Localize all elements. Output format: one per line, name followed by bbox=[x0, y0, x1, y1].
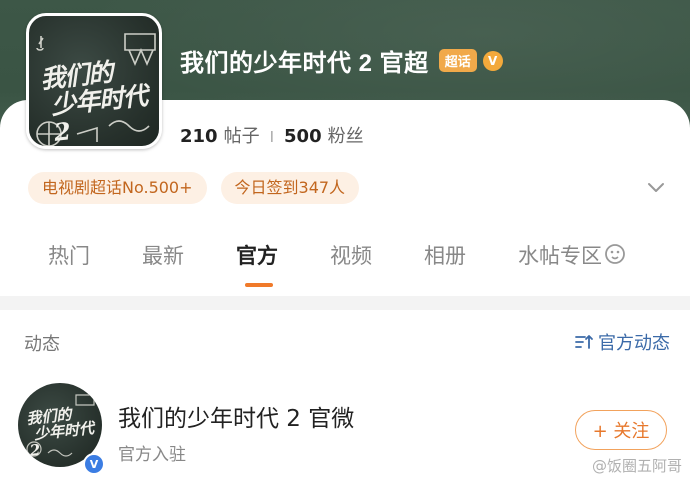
tab-official[interactable]: 官方 bbox=[236, 240, 278, 270]
tab-album[interactable]: 相册 bbox=[424, 240, 466, 270]
topic-avatar[interactable]: 我们的 少年时代2 bbox=[26, 13, 162, 149]
tab-latest[interactable]: 最新 bbox=[142, 240, 184, 270]
official-feed-button[interactable]: 官方动态 bbox=[574, 329, 670, 355]
posts-count: 210 bbox=[180, 126, 218, 147]
topic-chips: 电视剧超话No.500+ 今日签到347人 bbox=[28, 172, 360, 204]
feed-section-title: 动态 bbox=[24, 334, 60, 355]
verified-blue-icon: V bbox=[83, 453, 105, 475]
logo-text: 我们的 少年时代2 bbox=[38, 57, 149, 147]
page-title: 我们的少年时代 2 官超 bbox=[180, 50, 429, 77]
tab-water-posts-label: 水帖专区 bbox=[518, 245, 602, 268]
tab-videos[interactable]: 视频 bbox=[330, 240, 372, 270]
checkin-chip[interactable]: 今日签到347人 bbox=[220, 172, 360, 204]
ranking-chip[interactable]: 电视剧超话No.500+ bbox=[28, 172, 207, 204]
topic-title-row: 我们的少年时代 2 官超 超话 V bbox=[180, 43, 503, 78]
tab-water-posts[interactable]: 水帖专区 bbox=[518, 240, 626, 270]
posts-label: 帖子 bbox=[223, 126, 260, 147]
watermark: @饭圈五阿哥 bbox=[591, 457, 682, 475]
account-name[interactable]: 我们的少年时代 2 官微 bbox=[118, 399, 354, 433]
official-feed-label: 官方动态 bbox=[598, 333, 670, 354]
stat-divider: I bbox=[269, 128, 275, 146]
fans-label: 粉丝 bbox=[327, 126, 364, 147]
account-subtitle: 官方入驻 bbox=[118, 445, 186, 465]
verified-badge-icon: V bbox=[482, 50, 503, 71]
chaohua-badge: 超话 bbox=[438, 49, 477, 72]
emoji-face-icon bbox=[605, 244, 625, 264]
fans-count: 500 bbox=[284, 126, 322, 147]
section-divider bbox=[0, 296, 690, 310]
account-logo-text: 我们的 少年时代2 bbox=[25, 405, 95, 460]
active-tab-indicator bbox=[245, 283, 273, 287]
tab-hot[interactable]: 热门 bbox=[48, 240, 90, 270]
tab-bar: 热门 最新 官方 视频 相册 水帖专区 bbox=[0, 240, 690, 284]
sort-icon bbox=[575, 335, 593, 349]
follow-button[interactable]: + 关注 bbox=[575, 410, 667, 450]
topic-stats: 210 帖子 I 500 粉丝 bbox=[180, 122, 364, 148]
chevron-down-icon[interactable] bbox=[646, 178, 666, 198]
